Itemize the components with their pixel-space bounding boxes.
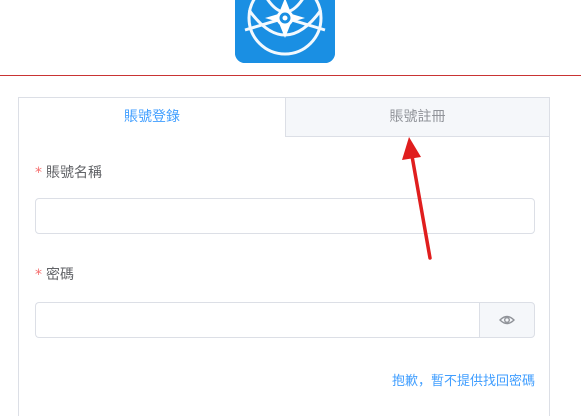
- required-mark: *: [35, 267, 42, 283]
- password-field-wrapper: [35, 302, 479, 338]
- no-password-recovery-link[interactable]: 抱歉，暫不提供找回密碼: [392, 370, 535, 389]
- password-label-text: 密碼: [46, 267, 74, 283]
- login-page: 賬號登錄 賬號註冊 * 賬號名稱 * 密碼 抱歉，暫不提供找回密碼: [0, 0, 581, 416]
- auth-tabs: 賬號登錄 賬號註冊: [19, 98, 549, 137]
- password-label: * 密碼: [35, 264, 74, 284]
- header-divider: [0, 75, 581, 76]
- compass-star-logo-icon: [235, 0, 335, 63]
- password-field-group: [35, 302, 535, 338]
- tab-login[interactable]: 賬號登錄: [19, 98, 285, 137]
- account-name-field-wrapper: [35, 198, 535, 234]
- account-name-input[interactable]: [36, 199, 534, 233]
- required-mark: *: [35, 165, 42, 181]
- auth-card: 賬號登錄 賬號註冊 * 賬號名稱 * 密碼 抱歉，暫不提供找回密碼: [18, 97, 550, 416]
- tab-register[interactable]: 賬號註冊: [285, 98, 549, 137]
- app-logo: [235, 0, 335, 63]
- account-name-label-text: 賬號名稱: [46, 165, 102, 181]
- password-input[interactable]: [36, 303, 479, 337]
- account-name-label: * 賬號名稱: [35, 162, 102, 182]
- password-visibility-toggle[interactable]: [479, 302, 535, 338]
- eye-icon: [499, 315, 515, 325]
